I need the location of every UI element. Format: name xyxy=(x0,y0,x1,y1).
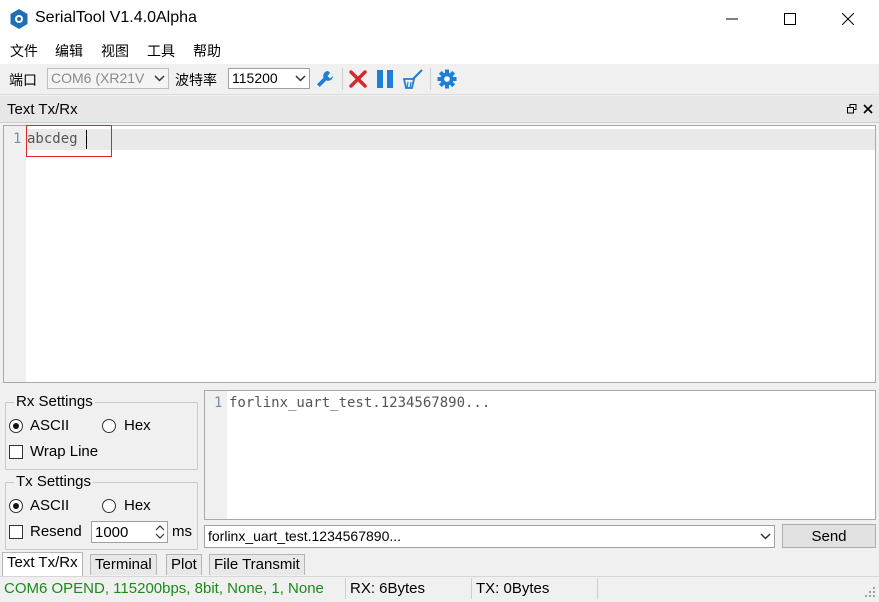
menu-edit[interactable]: 编辑 xyxy=(55,41,83,61)
line-number: 1 xyxy=(214,395,223,411)
tab-file-transmit[interactable]: File Transmit xyxy=(209,554,305,575)
port-select[interactable]: COM6 (XR21V xyxy=(47,68,169,89)
settings-icon[interactable] xyxy=(437,69,457,89)
toolbar-separator xyxy=(342,68,343,90)
close-button[interactable] xyxy=(819,0,877,38)
baud-select[interactable]: 115200 xyxy=(228,68,310,89)
current-line-highlight xyxy=(26,129,875,150)
highlight-box xyxy=(26,125,112,157)
status-separator xyxy=(345,578,346,599)
send-history-value: forlinx_uart_test.1234567890... xyxy=(208,528,402,544)
rx-text-area[interactable]: 1 abcdeg xyxy=(3,125,876,383)
menu-bar xyxy=(0,38,879,64)
status-separator xyxy=(597,578,598,599)
float-icon[interactable] xyxy=(847,104,857,114)
menu-tools[interactable]: 工具 xyxy=(147,41,175,61)
minimize-button[interactable] xyxy=(703,0,761,38)
resend-checkbox[interactable] xyxy=(9,525,23,539)
baud-value: 115200 xyxy=(232,70,278,86)
tx-hex-label[interactable]: Hex xyxy=(124,497,151,514)
line-number-gutter xyxy=(4,126,26,382)
maximize-icon xyxy=(784,13,796,25)
rx-hex-radio[interactable] xyxy=(102,419,116,433)
tx-text: forlinx_uart_test.1234567890... xyxy=(229,395,491,411)
tx-ascii-radio[interactable] xyxy=(9,499,23,513)
close-icon xyxy=(842,13,854,25)
tab-terminal[interactable]: Terminal xyxy=(90,554,157,575)
status-separator xyxy=(471,578,472,599)
tab-plot[interactable]: Plot xyxy=(166,554,202,575)
wrench-icon[interactable] xyxy=(315,69,335,89)
resize-grip-icon[interactable] xyxy=(864,586,876,598)
rx-settings-title: Rx Settings xyxy=(14,393,95,410)
baud-label: 波特率 xyxy=(175,72,217,88)
rx-count: RX: 6Bytes xyxy=(350,580,426,597)
menu-view[interactable]: 视图 xyxy=(101,41,129,61)
tx-count: TX: 0Bytes xyxy=(476,580,550,597)
chevron-down-icon xyxy=(295,75,306,82)
port-value: COM6 (XR21V xyxy=(51,70,145,86)
tx-ascii-label[interactable]: ASCII xyxy=(30,497,69,514)
pause-icon[interactable] xyxy=(376,69,394,89)
panel-title: Text Tx/Rx xyxy=(7,101,78,118)
resend-unit: ms xyxy=(172,523,192,540)
wrap-line-label[interactable]: Wrap Line xyxy=(30,443,98,460)
resend-interval-value: 1000 xyxy=(95,524,129,541)
clear-icon[interactable] xyxy=(402,69,424,89)
tx-hex-radio[interactable] xyxy=(102,499,116,513)
window-title: SerialTool V1.4.0Alpha xyxy=(35,9,197,26)
menu-file[interactable]: 文件 xyxy=(10,41,38,61)
menu-help[interactable]: 帮助 xyxy=(193,41,221,61)
resend-label[interactable]: Resend xyxy=(30,523,82,540)
chevron-down-icon xyxy=(154,75,165,82)
minimize-icon xyxy=(726,18,738,20)
send-button[interactable]: Send xyxy=(782,524,876,548)
tx-text-area[interactable]: 1 forlinx_uart_test.1234567890... xyxy=(204,390,876,520)
tab-text-tx-rx[interactable]: Text Tx/Rx xyxy=(2,552,83,576)
toolbar-separator xyxy=(430,68,431,90)
chevron-down-icon xyxy=(760,533,771,540)
spin-arrows-icon[interactable] xyxy=(155,524,165,540)
disconnect-icon[interactable] xyxy=(349,70,367,88)
panel-header xyxy=(0,96,879,123)
maximize-button[interactable] xyxy=(761,0,819,38)
app-icon xyxy=(10,9,28,29)
connection-status: COM6 OPEND, 115200bps, 8bit, None, 1, No… xyxy=(4,580,324,597)
rx-ascii-radio[interactable] xyxy=(9,419,23,433)
resend-interval-spinbox[interactable]: 1000 xyxy=(91,521,168,543)
port-label: 端口 xyxy=(9,72,37,88)
line-number: 1 xyxy=(13,131,22,147)
tx-settings-title: Tx Settings xyxy=(14,473,94,490)
rx-hex-label[interactable]: Hex xyxy=(124,417,151,434)
close-icon[interactable] xyxy=(863,104,873,114)
rx-ascii-label[interactable]: ASCII xyxy=(30,417,69,434)
send-history-select[interactable]: forlinx_uart_test.1234567890... xyxy=(204,525,775,548)
wrap-line-checkbox[interactable] xyxy=(9,445,23,459)
